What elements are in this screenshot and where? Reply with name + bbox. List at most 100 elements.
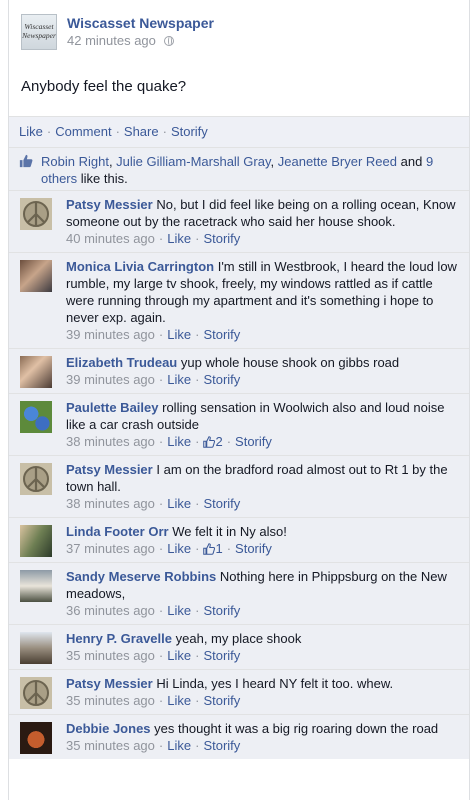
commenter-avatar[interactable] [20, 463, 52, 495]
comment-like-button[interactable]: Like [167, 327, 191, 342]
comment-storify-button[interactable]: Storify [203, 603, 240, 618]
comment-like-count[interactable]: 1 [203, 541, 223, 556]
comments-list: Patsy Messier No, but I did feel like be… [9, 190, 469, 759]
like-count-number: 2 [215, 434, 223, 449]
facebook-post: Wiscasset Newspaper Wiscasset Newspaper … [8, 0, 470, 800]
comment-like-button[interactable]: Like [167, 231, 191, 246]
comment-timestamp[interactable]: 38 minutes ago [66, 434, 155, 449]
comment-timestamp[interactable]: 40 minutes ago [66, 231, 155, 246]
comment-body: Patsy Messier Hi Linda, yes I heard NY f… [66, 670, 469, 714]
comment-text: Hi Linda, yes I heard NY felt it too. wh… [156, 676, 394, 691]
comment-body: Debbie Jones yes thought it was a big ri… [66, 715, 469, 759]
separator-dot: · [158, 327, 164, 342]
comment-text: yeah, my place shook [175, 631, 302, 646]
comment-meta: 39 minutes ago · Like · Storify [66, 371, 459, 388]
comment-like-count[interactable]: 2 [203, 434, 223, 449]
comment-like-button[interactable]: Like [167, 434, 191, 449]
comment-like-button[interactable]: Like [167, 738, 191, 753]
comment-timestamp[interactable]: 35 minutes ago [66, 648, 155, 663]
comment-like-button[interactable]: Like [167, 496, 191, 511]
comment-like-button[interactable]: Like [167, 541, 191, 556]
comment-storify-button[interactable]: Storify [203, 231, 240, 246]
storify-button[interactable]: Storify [171, 124, 208, 139]
comment-storify-button[interactable]: Storify [203, 693, 240, 708]
comment-timestamp[interactable]: 36 minutes ago [66, 603, 155, 618]
comment-item: Paulette Bailey rolling sensation in Woo… [9, 393, 469, 455]
comment-like-button[interactable]: Like [167, 648, 191, 663]
comment-meta: 39 minutes ago · Like · Storify [66, 326, 459, 343]
like-button[interactable]: Like [19, 124, 43, 139]
comment-meta: 35 minutes ago · Like · Storify [66, 692, 459, 709]
comment-text: yes thought it was a big rig roaring dow… [154, 721, 439, 736]
comma: , [270, 154, 278, 169]
commenter-avatar[interactable] [20, 198, 52, 230]
comment-meta: 35 minutes ago · Like · Storify [66, 647, 459, 664]
comment-meta: 40 minutes ago · Like · Storify [66, 230, 459, 247]
comment-author-link[interactable]: Patsy Messier [66, 462, 153, 477]
comment-author-link[interactable]: Linda Footer Orr [66, 524, 169, 539]
comment-item: Henry P. Gravelle yeah, my place shook 35… [9, 624, 469, 669]
comment-button[interactable]: Comment [55, 124, 111, 139]
commenter-avatar[interactable] [20, 677, 52, 709]
comment-author-link[interactable]: Patsy Messier [66, 197, 153, 212]
comment-author-link[interactable]: Debbie Jones [66, 721, 151, 736]
commenter-avatar[interactable] [20, 722, 52, 754]
comment-timestamp[interactable]: 38 minutes ago [66, 496, 155, 511]
commenter-avatar[interactable] [20, 570, 52, 602]
commenter-avatar[interactable] [20, 356, 52, 388]
liker-link[interactable]: Julie Gilliam-Marshall Gray [116, 154, 270, 169]
comment-timestamp[interactable]: 35 minutes ago [66, 738, 155, 753]
comment-text: We felt it in Ny also! [172, 524, 287, 539]
comment-timestamp[interactable]: 39 minutes ago [66, 327, 155, 342]
comment-storify-button[interactable]: Storify [203, 327, 240, 342]
comment-item: Linda Footer Orr We felt it in Ny also! 3… [9, 517, 469, 562]
separator-dot: · [158, 496, 164, 511]
separator-dot: · [158, 372, 164, 387]
commenter-avatar[interactable] [20, 401, 52, 433]
comment-storify-button[interactable]: Storify [203, 738, 240, 753]
comment-body: Linda Footer Orr We felt it in Ny also! 3… [66, 518, 469, 562]
liker-link[interactable]: Jeanette Bryer Reed [278, 154, 397, 169]
comment-author-link[interactable]: Elizabeth Trudeau [66, 355, 177, 370]
comment-body: Elizabeth Trudeau yup whole house shook … [66, 349, 469, 393]
post-text: Anybody feel the quake? [21, 78, 187, 95]
commenter-avatar[interactable] [20, 525, 52, 557]
separator-dot: · [195, 372, 200, 387]
comment-text: yup whole house shook on gibbs road [180, 355, 400, 370]
comment-like-button[interactable]: Like [167, 372, 191, 387]
comment-timestamp[interactable]: 37 minutes ago [66, 541, 155, 556]
comment-storify-button[interactable]: Storify [203, 372, 240, 387]
comment-author-link[interactable]: Paulette Bailey [66, 400, 159, 415]
comment-like-button[interactable]: Like [167, 693, 191, 708]
separator-dot: · [226, 434, 232, 449]
commenter-avatar[interactable] [20, 632, 52, 664]
comment-like-button[interactable]: Like [167, 603, 191, 618]
comment-meta: 37 minutes ago · Like · 1 · Storify [66, 540, 459, 557]
comment-item: Patsy Messier Hi Linda, yes I heard NY f… [9, 669, 469, 714]
post-timestamp[interactable]: 42 minutes ago [67, 33, 156, 48]
separator-dot: · [195, 496, 200, 511]
thumbs-up-icon [203, 436, 216, 448]
comment-item: Elizabeth Trudeau yup whole house shook … [9, 348, 469, 393]
commenter-avatar[interactable] [20, 260, 52, 292]
comment-storify-button[interactable]: Storify [235, 434, 272, 449]
share-button[interactable]: Share [124, 124, 159, 139]
comment-storify-button[interactable]: Storify [203, 496, 240, 511]
page-name-link[interactable]: Wiscasset Newspaper [67, 15, 214, 31]
liker-link[interactable]: Robin Right [41, 154, 109, 169]
page-avatar[interactable]: Wiscasset Newspaper [21, 14, 57, 50]
comment-author-link[interactable]: Patsy Messier [66, 676, 153, 691]
comment-storify-button[interactable]: Storify [203, 648, 240, 663]
comment-body: Paulette Bailey rolling sensation in Woo… [66, 394, 469, 455]
comment-timestamp[interactable]: 39 minutes ago [66, 372, 155, 387]
separator-dot: · [195, 541, 200, 556]
comment-author-link[interactable]: Sandy Meserve Robbins [66, 569, 216, 584]
comment-author-link[interactable]: Henry P. Gravelle [66, 631, 172, 646]
comment-timestamp[interactable]: 35 minutes ago [66, 693, 155, 708]
comment-author-link[interactable]: Monica Livia Carrington [66, 259, 214, 274]
post-meta: 42 minutes ago [67, 33, 174, 48]
comment-item: Patsy Messier I am on the bradford road … [9, 455, 469, 517]
comment-storify-button[interactable]: Storify [235, 541, 272, 556]
separator-dot: · [195, 327, 200, 342]
likes-text: Robin Right, Julie Gilliam-Marshall Gray… [41, 153, 461, 187]
